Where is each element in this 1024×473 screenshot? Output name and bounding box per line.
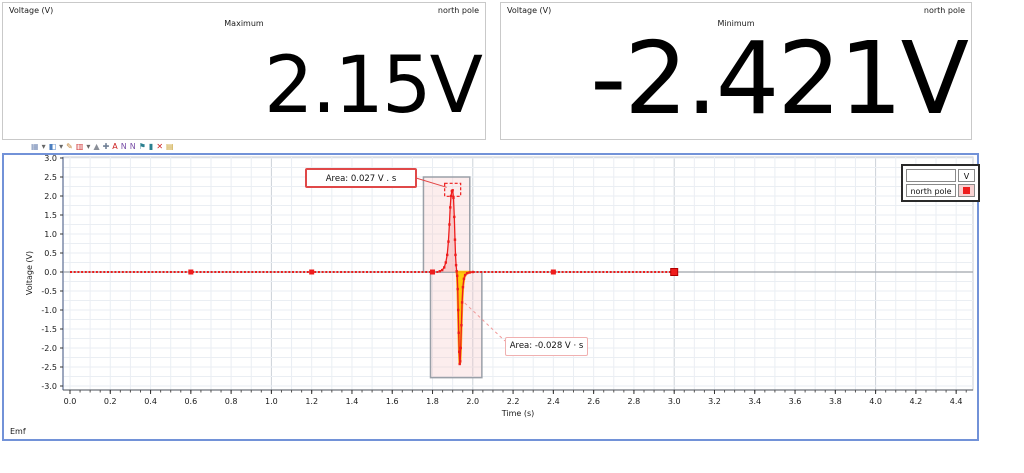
graph-window[interactable]: 0.0 0.2 0.4 0.6 0.8 1.0 1.2 1.4 1.6 1.8 2.0 2.2 2.4 2… <box>2 153 980 441</box>
dropdown-arrow-icon[interactable]: ▾ <box>86 142 90 151</box>
meter-panel-minimum[interactable]: Voltage (V) north pole Minimum -2.421V <box>500 2 972 140</box>
selection-box[interactable] <box>429 271 483 379</box>
graph-toolbar: ▦ ▾ ◧ ▾ ✎ ▥ ▾ ▲ ✚ A N N ⚑ ▮ ✕ ▤ <box>31 140 174 152</box>
note-icon[interactable]: ▤ <box>166 142 174 151</box>
autoscale-icon[interactable]: ▲ <box>93 142 99 151</box>
svg-text:1.2: 1.2 <box>305 397 318 406</box>
graph-canvas[interactable]: 0.0 0.2 0.4 0.6 0.8 1.0 1.2 1.4 1.6 1.8 2.0 2.2 2.4 2… <box>4 155 977 425</box>
area-annotation-positive[interactable]: Area: 0.027 V . s <box>305 168 417 188</box>
svg-text:0.0: 0.0 <box>64 397 77 406</box>
meter-series-label: north pole <box>923 6 965 15</box>
svg-text:1.5: 1.5 <box>44 211 57 220</box>
svg-text:0.2: 0.2 <box>104 397 117 406</box>
pan-icon[interactable]: ✚ <box>103 142 110 151</box>
svg-text:1.0: 1.0 <box>265 397 278 406</box>
svg-text:2.0: 2.0 <box>44 192 57 201</box>
examine-prev-icon[interactable]: N <box>130 142 136 151</box>
svg-text:3.8: 3.8 <box>829 397 842 406</box>
examine-next-icon[interactable]: N <box>121 142 127 151</box>
svg-text:4.0: 4.0 <box>869 397 882 406</box>
svg-text:0.4: 0.4 <box>144 397 157 406</box>
magnet-icon[interactable]: ▥ <box>76 142 84 151</box>
svg-text:3.0: 3.0 <box>44 155 57 163</box>
legend-input-field[interactable] <box>906 169 956 182</box>
svg-text:-2.5: -2.5 <box>41 363 57 372</box>
svg-text:1.4: 1.4 <box>346 397 359 406</box>
graph-footer-label: Emf <box>10 427 26 436</box>
legend-series-name[interactable]: north pole <box>906 184 956 197</box>
svg-text:1.6: 1.6 <box>386 397 399 406</box>
graph-type-icon[interactable]: ▦ <box>31 142 39 151</box>
x-tick-labels: 0.0 0.2 0.4 0.6 0.8 1.0 1.2 1.4 1.6 1.8 2.0 2.2 2.4 2… <box>64 397 963 406</box>
flag-icon[interactable]: ⚑ <box>139 142 146 151</box>
svg-text:-3.0: -3.0 <box>41 382 57 391</box>
y-axis-title: Voltage (V) <box>25 251 34 295</box>
svg-text:4.2: 4.2 <box>910 397 923 406</box>
svg-text:2.5: 2.5 <box>44 173 57 182</box>
y-tick-labels: -3.0 -2.5 -2.0 -1.5 -1.0 -0.5 0.0 0.5 1.0 1.5 2.0 2… <box>41 155 57 391</box>
svg-text:3.4: 3.4 <box>748 397 761 406</box>
svg-text:0.5: 0.5 <box>44 249 57 258</box>
svg-text:0.8: 0.8 <box>225 397 238 406</box>
latest-point-marker[interactable] <box>670 268 679 276</box>
svg-text:3.2: 3.2 <box>708 397 721 406</box>
meter-panel-maximum[interactable]: Voltage (V) north pole Maximum 2.15V <box>2 2 486 140</box>
stats-icon[interactable]: ▮ <box>149 142 153 151</box>
delete-icon[interactable]: ✕ <box>156 142 163 151</box>
svg-text:1.0: 1.0 <box>44 230 57 239</box>
meter-channel-label: Voltage (V) <box>9 6 54 15</box>
svg-text:1.8: 1.8 <box>426 397 439 406</box>
svg-text:2.0: 2.0 <box>466 397 479 406</box>
color-fill-icon[interactable]: ◧ <box>49 142 57 151</box>
legend-series-swatch[interactable] <box>958 184 975 197</box>
svg-text:4.4: 4.4 <box>950 397 963 406</box>
svg-text:0.0: 0.0 <box>44 268 57 277</box>
svg-text:2.2: 2.2 <box>507 397 520 406</box>
x-axis-title: Time (s) <box>501 409 535 418</box>
svg-text:-1.0: -1.0 <box>41 306 57 315</box>
svg-text:2.6: 2.6 <box>587 397 600 406</box>
meter-value: -2.421V <box>590 20 969 137</box>
legend-unit-label[interactable]: V <box>958 169 975 182</box>
svg-text:3.6: 3.6 <box>789 397 802 406</box>
svg-text:3.0: 3.0 <box>668 397 681 406</box>
svg-text:-1.5: -1.5 <box>41 325 57 334</box>
pencil-icon[interactable]: ✎ <box>66 142 73 151</box>
svg-text:0.6: 0.6 <box>184 397 197 406</box>
svg-text:-2.0: -2.0 <box>41 344 57 353</box>
legend[interactable]: V north pole <box>901 164 980 202</box>
area-annotation-negative[interactable]: Area: -0.028 V · s <box>505 337 588 356</box>
meter-channel-label: Voltage (V) <box>507 6 552 15</box>
dropdown-arrow-icon[interactable]: ▾ <box>42 142 46 151</box>
meter-stat-label: Maximum <box>224 19 264 28</box>
series-color-square-icon <box>963 187 970 194</box>
svg-text:-0.5: -0.5 <box>41 287 57 296</box>
meter-value: 2.15V <box>263 41 483 131</box>
annotate-icon[interactable]: A <box>112 142 117 151</box>
svg-text:2.4: 2.4 <box>547 397 560 406</box>
dropdown-arrow-icon[interactable]: ▾ <box>59 142 63 151</box>
meter-series-label: north pole <box>437 6 479 15</box>
svg-text:2.8: 2.8 <box>628 397 641 406</box>
